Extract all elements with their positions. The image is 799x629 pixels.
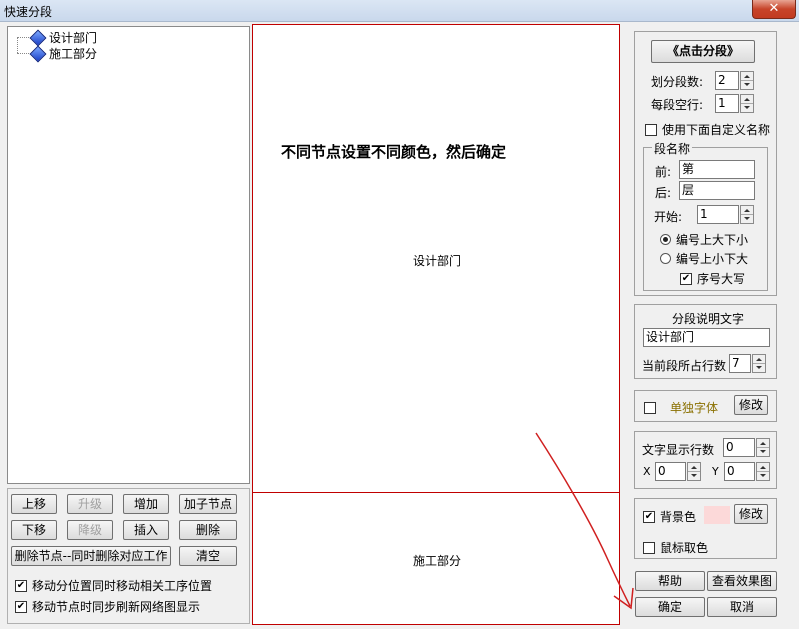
checkbox-box bbox=[643, 541, 655, 554]
segment-count-input[interactable]: 2 bbox=[715, 71, 739, 90]
order-top-large-radio[interactable]: 编号上大下小 bbox=[660, 231, 748, 248]
radio-label: 编号上大下小 bbox=[676, 233, 749, 247]
y-input[interactable]: 0 bbox=[724, 462, 755, 481]
order-top-small-radio[interactable]: 编号上小下大 bbox=[660, 250, 748, 267]
spinner-divider bbox=[757, 471, 769, 472]
checkbox-label: 序号大写 bbox=[697, 272, 746, 286]
radio-dot bbox=[660, 253, 671, 264]
text-rows-label: 文字显示行数 bbox=[642, 443, 715, 457]
checkbox-label: 使用下面自定义名称 bbox=[662, 123, 771, 137]
checkbox-label: 鼠标取色 bbox=[660, 541, 709, 555]
description-legend: 分段说明文字 bbox=[672, 312, 745, 326]
blank-rows-input[interactable]: 1 bbox=[715, 94, 739, 113]
checkbox-label: 移动节点时同步刷新网络图显示 bbox=[32, 600, 201, 614]
spinner-divider bbox=[741, 80, 753, 81]
delete-node-work-button[interactable]: 删除节点--同时删除对应工作 bbox=[11, 546, 171, 566]
segment-rows-label: 当前段所占行数 bbox=[642, 359, 727, 373]
tree-branch bbox=[17, 36, 29, 38]
segment-preview-canvas[interactable]: 不同节点设置不同颜色，然后确定 设计部门 施工部分 bbox=[252, 24, 620, 625]
x-label: X bbox=[643, 465, 651, 478]
segment-name-legend: 段名称 bbox=[652, 140, 693, 157]
annotation-note: 不同节点设置不同颜色，然后确定 bbox=[281, 143, 507, 161]
clear-button[interactable]: 清空 bbox=[179, 546, 237, 566]
start-input[interactable]: 1 bbox=[697, 205, 739, 224]
checkbox-label: 单独字体 bbox=[670, 401, 719, 415]
window-title: 快速分段 bbox=[4, 5, 53, 19]
tree-node-label: 施工部分 bbox=[49, 46, 98, 61]
checkbox-box: ✔ bbox=[15, 600, 27, 613]
mouse-pick-color-checkbox[interactable]: 鼠标取色 bbox=[643, 539, 708, 556]
spinner-divider bbox=[753, 363, 765, 364]
checkbox-box bbox=[644, 401, 656, 414]
suffix-input[interactable]: 层 bbox=[679, 181, 755, 200]
prefix-input[interactable]: 第 bbox=[679, 160, 755, 179]
uppercase-checkbox[interactable]: ✔ 序号大写 bbox=[680, 270, 745, 287]
segment-rows-spinner[interactable] bbox=[752, 354, 766, 373]
delete-button[interactable]: 删除 bbox=[179, 520, 237, 540]
modify-font-button[interactable]: 修改 bbox=[734, 395, 768, 415]
move-related-checkbox[interactable]: ✔ 移动分位置同时移动相关工序位置 bbox=[15, 577, 212, 594]
move-up-button[interactable]: 上移 bbox=[11, 494, 57, 514]
tree-node-label: 设计部门 bbox=[49, 30, 98, 45]
checkbox-box: ✔ bbox=[680, 272, 692, 285]
text-rows-input[interactable]: 0 bbox=[723, 438, 755, 457]
suffix-label: 后: bbox=[655, 186, 672, 200]
bg-color-checkbox[interactable]: ✔ 背景色 bbox=[643, 508, 696, 525]
start-spinner[interactable] bbox=[740, 205, 754, 224]
segment-count-spinner[interactable] bbox=[740, 71, 754, 90]
move-down-button[interactable]: 下移 bbox=[11, 520, 57, 540]
add-button[interactable]: 增加 bbox=[123, 494, 169, 514]
demote-button[interactable]: 降级 bbox=[67, 520, 113, 540]
prefix-label: 前: bbox=[655, 165, 672, 179]
segment-rows-input[interactable]: 7 bbox=[729, 354, 751, 373]
segment-label: 设计部门 bbox=[413, 254, 462, 268]
segment-label: 施工部分 bbox=[413, 554, 462, 568]
spinner-divider bbox=[688, 471, 700, 472]
checkbox-label: 背景色 bbox=[660, 510, 697, 524]
insert-button[interactable]: 插入 bbox=[123, 520, 169, 540]
checkbox-box: ✔ bbox=[15, 579, 27, 592]
checkbox-label: 移动分位置同时移动相关工序位置 bbox=[32, 579, 213, 593]
add-child-button[interactable]: 加子节点 bbox=[179, 494, 237, 514]
checkbox-box: ✔ bbox=[643, 510, 655, 523]
cancel-button[interactable]: 取消 bbox=[707, 597, 777, 617]
single-font-checkbox[interactable]: 单独字体 bbox=[644, 399, 718, 416]
segment-tree[interactable]: 设计部门 施工部分 bbox=[7, 26, 250, 484]
checkbox-box bbox=[645, 123, 657, 136]
preview-button[interactable]: 查看效果图 bbox=[707, 571, 777, 591]
x-input[interactable]: 0 bbox=[655, 462, 686, 481]
x-spinner[interactable] bbox=[687, 462, 701, 481]
start-label: 开始: bbox=[654, 210, 683, 224]
blank-rows-spinner[interactable] bbox=[740, 94, 754, 113]
segment-count-label: 划分段数: bbox=[651, 75, 704, 89]
spinner-divider bbox=[757, 447, 769, 448]
radio-label: 编号上小下大 bbox=[676, 252, 749, 266]
blank-rows-label: 每段空行: bbox=[651, 98, 704, 112]
modify-bg-button[interactable]: 修改 bbox=[734, 504, 768, 524]
sync-refresh-checkbox[interactable]: ✔ 移动节点时同步刷新网络图显示 bbox=[15, 598, 200, 615]
diamond-node-icon bbox=[31, 47, 44, 60]
radio-dot bbox=[660, 234, 671, 245]
tree-node[interactable]: 设计部门 bbox=[17, 29, 97, 45]
spinner-divider bbox=[741, 214, 753, 215]
click-segment-button[interactable]: 《点击分段》 bbox=[651, 40, 755, 63]
text-rows-spinner[interactable] bbox=[756, 438, 770, 457]
promote-button[interactable]: 升级 bbox=[67, 494, 113, 514]
spinner-divider bbox=[741, 103, 753, 104]
use-custom-name-checkbox[interactable]: 使用下面自定义名称 bbox=[645, 121, 770, 138]
close-button[interactable]: ✕ bbox=[752, 0, 796, 19]
description-input[interactable]: 设计部门 bbox=[643, 328, 770, 347]
y-spinner[interactable] bbox=[756, 462, 770, 481]
help-button[interactable]: 帮助 bbox=[635, 571, 705, 591]
title-bar: 快速分段 ✕ bbox=[0, 0, 799, 22]
tree-node[interactable]: 施工部分 bbox=[17, 45, 97, 61]
bg-color-swatch[interactable] bbox=[704, 506, 730, 524]
segment-divider bbox=[253, 492, 619, 493]
y-label: Y bbox=[712, 465, 719, 478]
ok-button[interactable]: 确定 bbox=[635, 597, 705, 617]
diamond-node-icon bbox=[31, 31, 44, 44]
tree-branch bbox=[17, 52, 29, 54]
